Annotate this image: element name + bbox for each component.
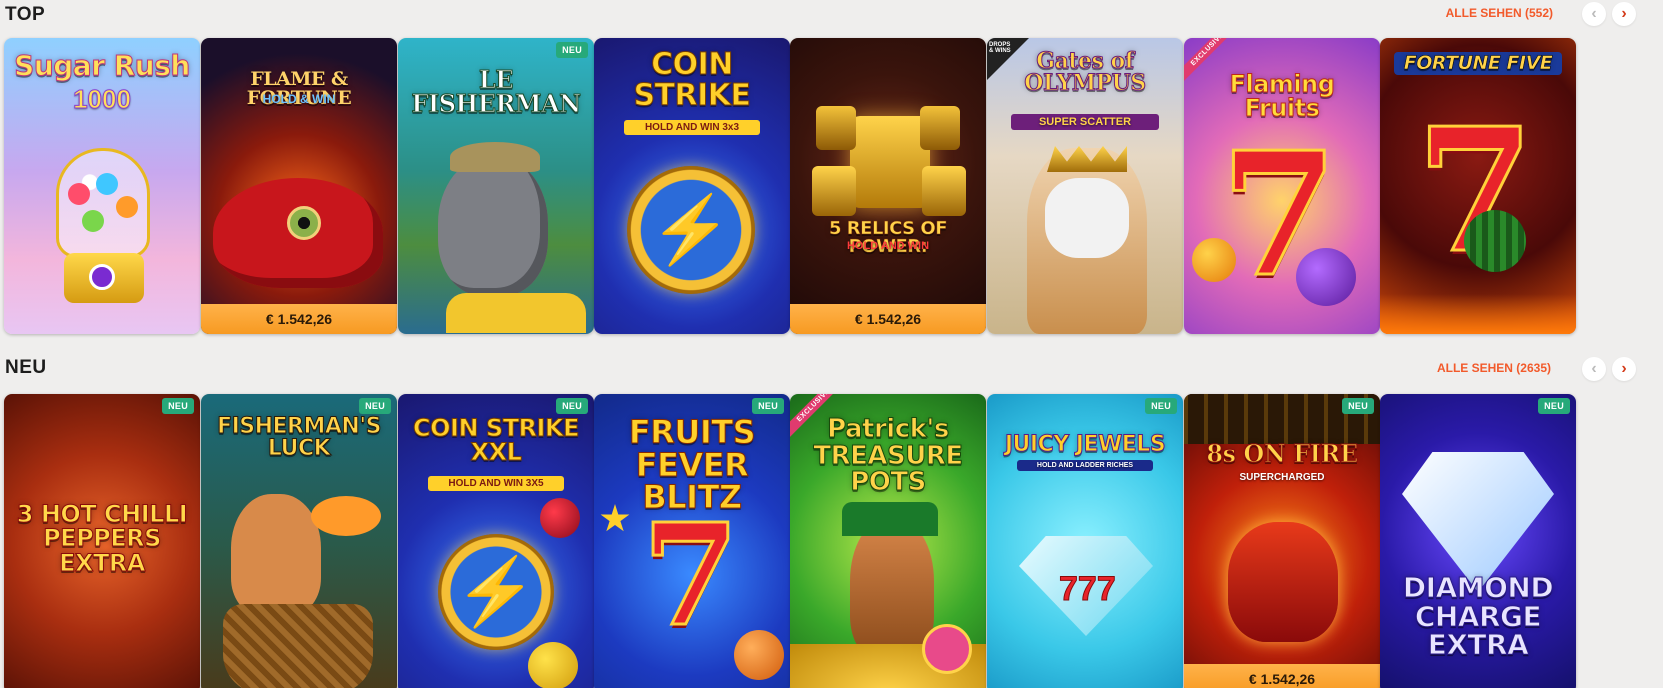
game-card-treasure-pots[interactable]: EXCLUSIVE Patrick's TREASURE POTS <box>790 394 986 688</box>
fisherman-art <box>231 494 321 614</box>
chevron-left-icon: ‹ <box>1591 5 1597 22</box>
carousel-next-button-top[interactable]: › <box>1612 2 1636 26</box>
new-badge: NEU <box>1538 398 1570 414</box>
game-card-8s-on-fire[interactable]: NEU 8s ON FIRE SUPERCHARGED € 1.542,26 <box>1184 394 1380 688</box>
game-card-gates-of-olympus[interactable]: DROPS & WINS Gates of OLYMPUS SUPER SCAT… <box>987 38 1183 334</box>
carousel-prev-button-top[interactable]: ‹ <box>1582 2 1606 26</box>
game-subtitle: SUPER SCATTER <box>1011 114 1159 130</box>
jackpot-amount: € 1.542,26 <box>201 304 397 334</box>
chevron-right-icon: › <box>1621 5 1627 22</box>
raccoon-art <box>438 156 548 296</box>
new-games-section: NEU ALLE SEHEN (2635) ‹ › NEU 3 HOT CHIL… <box>0 355 1663 688</box>
new-badge: NEU <box>359 398 391 414</box>
new-badge: NEU <box>1342 398 1374 414</box>
game-card-flame-fortune[interactable]: FLAME & FORTUNE HOLD & WIN € 1.542,26 <box>201 38 397 334</box>
grapes-art <box>1296 248 1356 306</box>
game-title: LE FISHERMAN <box>411 65 582 119</box>
game-subtitle: SUPERCHARGED <box>1239 472 1325 483</box>
game-card-relics-of-power[interactable]: 5 RELICS OF POWER: HOLD AND WIN € 1.542,… <box>790 38 986 334</box>
lightning-coin-icon <box>627 166 755 294</box>
golden-idol-art <box>850 116 930 208</box>
chevron-left-icon: ‹ <box>1591 360 1597 377</box>
game-title: FORTUNE FIVE <box>1394 52 1562 76</box>
game-card-coin-strike[interactable]: COIN STRIKE HOLD AND WIN 3x3 <box>594 38 790 334</box>
game-subtitle: 1000 <box>73 84 132 115</box>
new-badge: NEU <box>556 398 588 414</box>
lucky-seven-art: 7 <box>640 494 740 658</box>
game-title: Gates of OLYMPUS <box>1024 48 1147 97</box>
carousel-prev-button-new[interactable]: ‹ <box>1582 357 1606 381</box>
game-title: 3 HOT CHILLI PEPPERS EXTRA <box>16 500 188 577</box>
watermelon-art <box>1464 210 1526 272</box>
see-all-top-link[interactable]: ALLE SEHEN (552) <box>1446 6 1553 20</box>
game-title: COIN STRIKE XXL <box>413 414 580 467</box>
game-title: Flaming Fruits <box>1229 70 1335 123</box>
game-subtitle: HOLD AND LADDER RICHES <box>1017 460 1153 471</box>
game-card-coin-strike-xxl[interactable]: NEU COIN STRIKE XXL HOLD AND WIN 3X5 <box>398 394 594 688</box>
game-card-sugar-rush[interactable]: Sugar Rush 1000 <box>4 38 200 334</box>
dragon-art <box>1228 522 1338 642</box>
game-card-flaming-fruits[interactable]: 7 EXCLUSIVE Flaming Fruits <box>1184 38 1380 334</box>
new-badge: NEU <box>752 398 784 414</box>
chevron-right-icon: › <box>1621 360 1627 377</box>
game-title: FISHERMAN'S LUCK <box>217 414 382 462</box>
game-card-fruits-fever-blitz[interactable]: 7 NEU FRUITS FEVER BLITZ <box>594 394 790 688</box>
game-card-fortune-five[interactable]: 7 FORTUNE FIVE <box>1380 38 1576 334</box>
jackpot-amount: € 1.542,26 <box>1184 664 1380 688</box>
basket-art <box>223 604 373 688</box>
new-badge: NEU <box>1145 398 1177 414</box>
game-card-diamond-charge-extra[interactable]: NEU DIAMOND CHARGE EXTRA <box>1380 394 1576 688</box>
game-card-fishermans-luck[interactable]: NEU FISHERMAN'S LUCK <box>201 394 397 688</box>
game-title: DIAMOND CHARGE EXTRA <box>1402 571 1554 662</box>
game-card-le-fisherman[interactable]: NEU LE FISHERMAN <box>398 38 594 334</box>
game-title: 8s ON FIRE <box>1206 439 1359 468</box>
game-art <box>4 38 200 334</box>
lightning-coin-icon <box>438 534 554 650</box>
leprechaun-art <box>850 518 934 658</box>
top-games-section: TOP ALLE SEHEN (552) ‹ › Sugar Rush 1000 <box>0 0 1663 345</box>
new-badge: NEU <box>162 398 194 414</box>
game-card-3-hot-chilli-peppers[interactable]: NEU 3 HOT CHILLI PEPPERS EXTRA <box>4 394 200 688</box>
jackpot-amount: € 1.542,26 <box>790 304 986 334</box>
game-subtitle: HOLD AND WIN <box>846 240 930 252</box>
section-title-new: NEU <box>5 357 47 378</box>
game-card-juicy-jewels[interactable]: 777 NEU JUICY JEWELS HOLD AND LADDER RIC… <box>987 394 1183 688</box>
game-title: Sugar Rush <box>14 49 191 82</box>
section-title-top: TOP <box>5 4 46 25</box>
game-title: JUICY JEWELS <box>1004 432 1166 457</box>
see-all-new-link[interactable]: ALLE SEHEN (2635) <box>1437 361 1551 375</box>
game-subtitle: HOLD AND WIN 3X5 <box>428 476 564 491</box>
game-art: 7 <box>1380 38 1576 334</box>
carousel-next-button-new[interactable]: › <box>1612 357 1636 381</box>
game-title: Patrick's TREASURE POTS <box>813 414 964 498</box>
game-title: FRUITS FEVER BLITZ <box>628 413 756 517</box>
new-badge: NEU <box>556 42 588 58</box>
game-subtitle: HOLD & WIN <box>262 92 336 106</box>
game-title: COIN STRIKE <box>633 47 752 113</box>
game-subtitle: HOLD AND WIN 3x3 <box>624 120 760 135</box>
game-art <box>790 38 986 334</box>
